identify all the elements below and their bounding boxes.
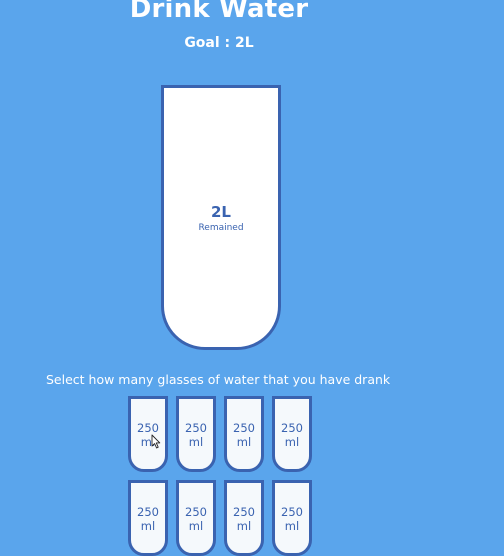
small-cup[interactable]: 250 ml: [176, 396, 216, 472]
remained-display: 2L Remained: [164, 203, 278, 234]
goal-text: Goal : 2L: [184, 35, 254, 51]
instruction-text: Select how many glasses of water that yo…: [46, 372, 391, 387]
small-cup[interactable]: 250 ml: [272, 480, 312, 556]
small-cup[interactable]: 250 ml: [224, 396, 264, 472]
small-cup[interactable]: 250 ml: [128, 480, 168, 556]
small-cup-label: 250 ml: [185, 421, 207, 449]
small-cup-label: 250 ml: [281, 421, 303, 449]
page-title: Drink Water: [129, 0, 309, 24]
small-cup-label: 250 ml: [281, 505, 303, 533]
remained-amount: 2L: [211, 203, 231, 221]
mouse-pointer-icon: [151, 434, 161, 449]
small-cup-label: 250 ml: [233, 421, 255, 449]
remained-label: Remained: [198, 223, 244, 233]
small-cup[interactable]: 250 ml: [176, 480, 216, 556]
small-cup[interactable]: 250 ml: [128, 396, 168, 472]
big-water-cup: 2L Remained: [161, 85, 281, 350]
small-cup-label: 250 ml: [185, 505, 207, 533]
small-cup-label: 250 ml: [233, 505, 255, 533]
small-cup[interactable]: 250 ml: [272, 396, 312, 472]
small-cup[interactable]: 250 ml: [224, 480, 264, 556]
small-cup-label: 250 ml: [137, 505, 159, 533]
